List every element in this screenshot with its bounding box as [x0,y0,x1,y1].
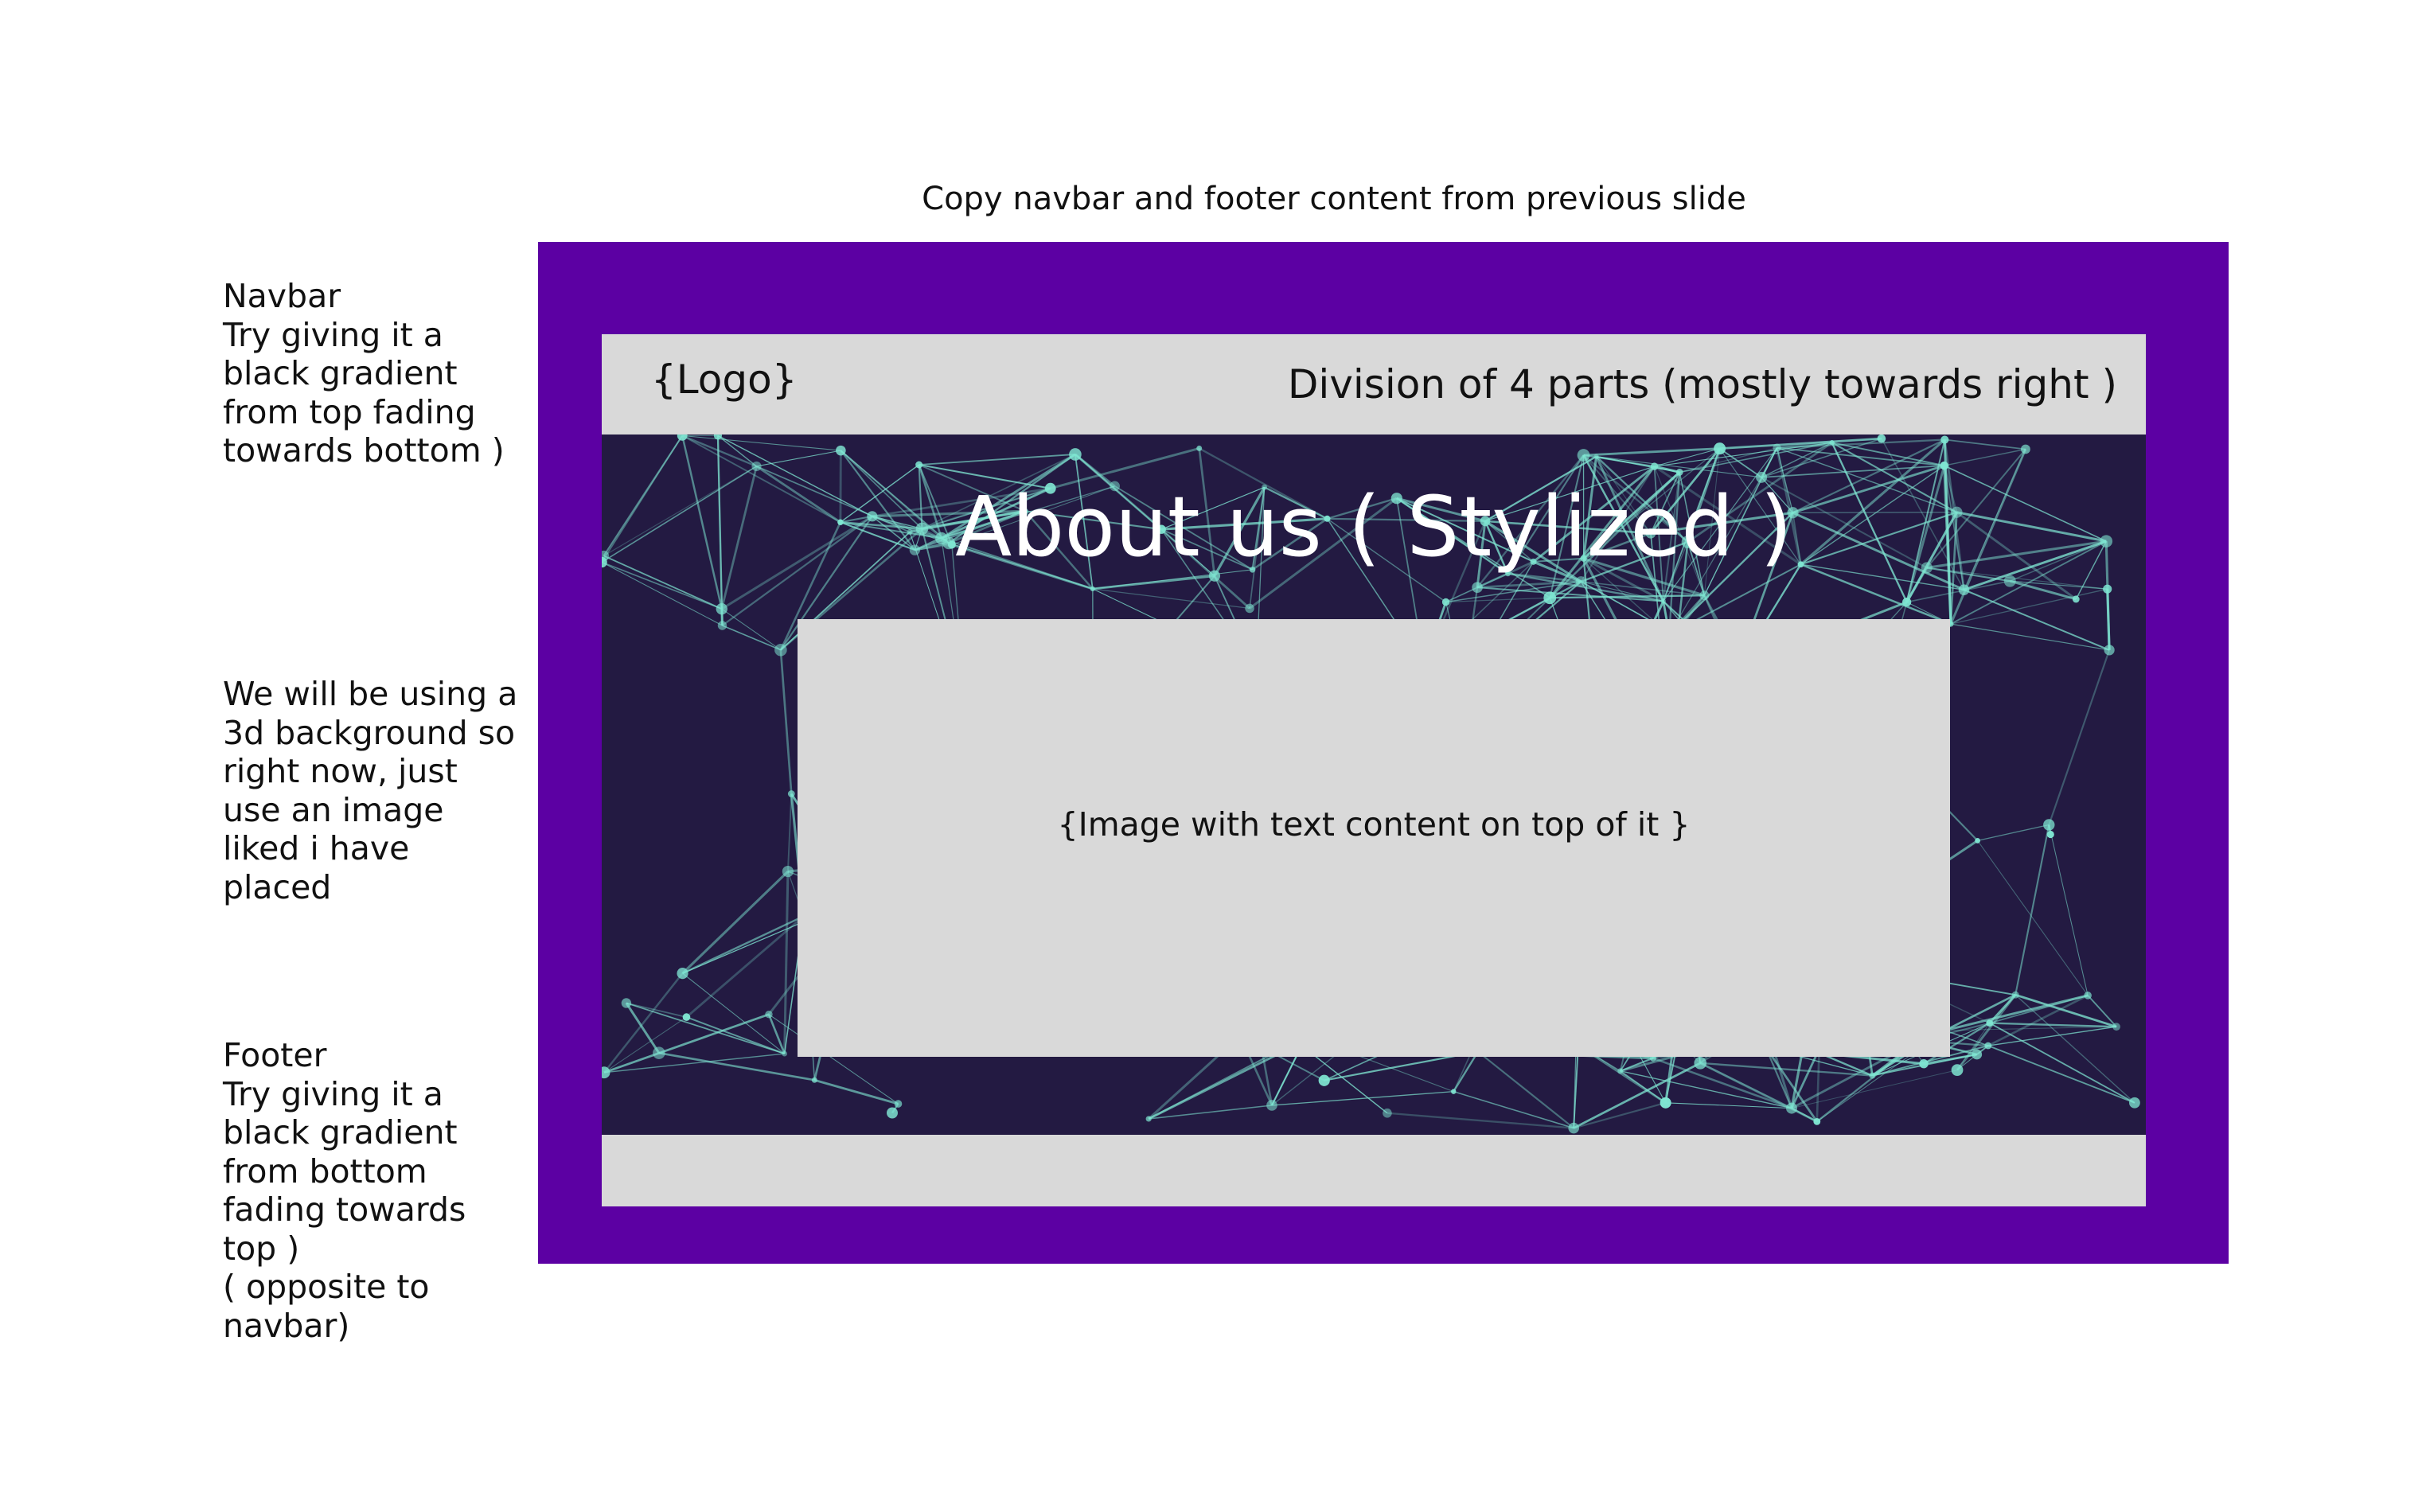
content-placeholder-text: {Image with text content on top of it } [1057,805,1691,844]
footer [602,1135,2146,1206]
content-image-placeholder: {Image with text content on top of it } [798,619,1950,1057]
mockup-frame: {Logo} Division of 4 parts (mostly towar… [538,242,2229,1264]
hero-title: About us ( Stylized ) [955,478,1792,575]
top-note: Copy navbar and footer content from prev… [922,181,1746,217]
hero-section: About us ( Stylized ) {Image with text c… [602,435,2146,1135]
background-note: We will be using a 3d background so righ… [223,675,518,906]
logo[interactable]: {Logo} [651,355,798,404]
navbar: {Logo} Division of 4 parts (mostly towar… [602,334,2146,435]
footer-note: Footer Try giving it a black gradient fr… [223,1036,466,1345]
navbar-note: Navbar Try giving it a black gradient fr… [223,277,505,470]
nav-links-placeholder[interactable]: Division of 4 parts (mostly towards righ… [1288,360,2117,409]
